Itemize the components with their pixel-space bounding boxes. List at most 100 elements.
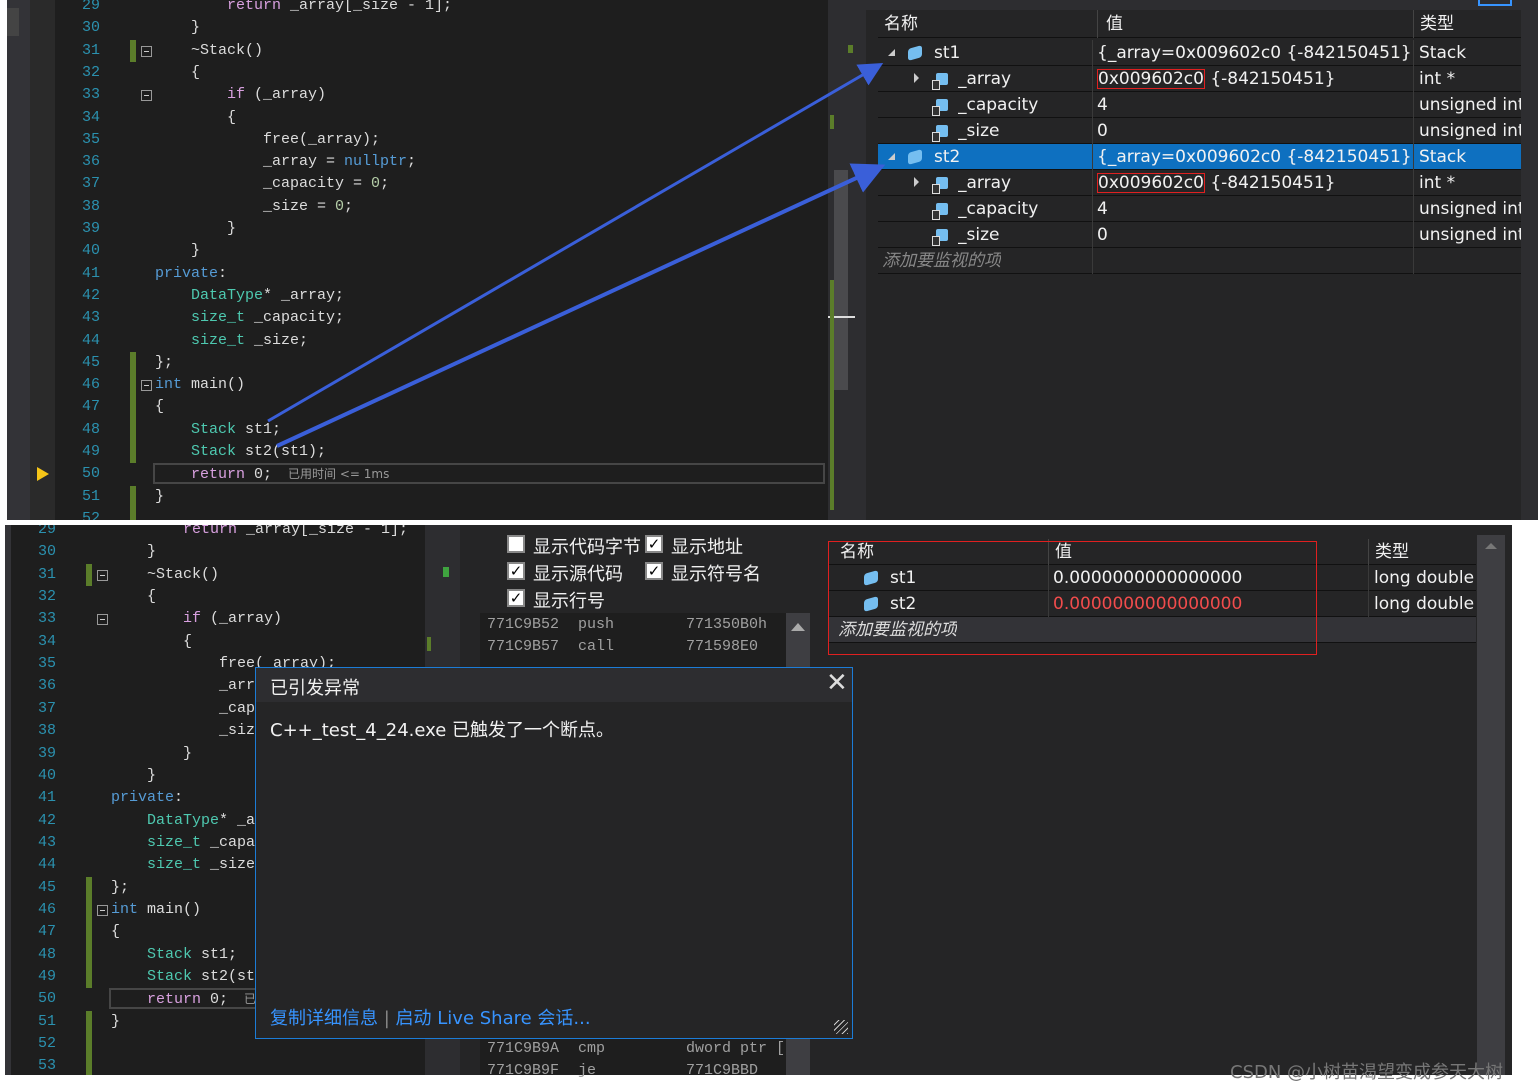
- code-line[interactable]: {: [111, 586, 156, 608]
- option-label: 显示行号: [533, 591, 605, 612]
- exception-dialog: 已引发异常 ✕ C++_test_4_24.exe 已触发了一个断点。 复制详细…: [255, 667, 853, 1039]
- disasm-op: cmp: [578, 1040, 606, 1057]
- code-token: {: [111, 923, 121, 941]
- option-checkbox[interactable]: ✓: [645, 562, 663, 580]
- change-indicator: [86, 563, 92, 587]
- arrow-st2: [276, 163, 886, 448]
- line-number: 32: [37, 588, 56, 606]
- line-number: 47: [37, 923, 56, 941]
- code-token: main(): [138, 900, 202, 918]
- option-label: 显示符号名: [671, 564, 761, 585]
- watch-type: long double: [1368, 565, 1476, 591]
- line-number: 51: [37, 1012, 56, 1030]
- line-number: 33: [37, 610, 56, 628]
- code-line[interactable]: {: [111, 921, 120, 943]
- disasm-arg: 771350B0h: [686, 616, 768, 633]
- code-token: (_array): [201, 610, 283, 628]
- code-token: {: [111, 588, 157, 606]
- code-token: }: [111, 766, 157, 784]
- live-share-link[interactable]: 启动 Live Share 会话...: [396, 1008, 591, 1029]
- option-label: 显示源代码: [533, 564, 623, 585]
- annotation-arrows: [267, 62, 886, 448]
- code-line[interactable]: {: [111, 631, 192, 653]
- header-type[interactable]: 类型: [1368, 539, 1409, 565]
- code-line[interactable]: private:: [111, 787, 183, 809]
- fold-toggle-icon[interactable]: [97, 569, 108, 581]
- code-token: if: [183, 610, 202, 628]
- disasm-arg: 771598E0: [686, 638, 759, 655]
- highlight-box: [828, 541, 1317, 655]
- line-number: 37: [37, 699, 56, 717]
- code-line[interactable]: };: [111, 877, 129, 899]
- change-indicator: [86, 1010, 92, 1034]
- disasm-op: push: [578, 616, 615, 633]
- line-number: 41: [37, 789, 56, 807]
- line-number: 34: [37, 632, 56, 650]
- fold-toggle-icon[interactable]: [97, 614, 108, 626]
- copy-details-link[interactable]: 复制详细信息: [270, 1008, 378, 1029]
- change-indicator: [86, 876, 92, 899]
- line-number: 43: [37, 833, 56, 851]
- disasm-arg: dword ptr [: [686, 1040, 786, 1057]
- line-number: 44: [37, 856, 56, 874]
- line-number: 29: [37, 525, 56, 538]
- code-line[interactable]: if (_array): [111, 608, 282, 630]
- scroll-up-icon[interactable]: [791, 623, 805, 631]
- option-label: 显示地址: [671, 537, 743, 558]
- disasm-addr: 771C9B57: [487, 638, 560, 655]
- dialog-message: C++_test_4_24.exe 已触发了一个断点。: [270, 720, 615, 741]
- resize-grip-icon[interactable]: [834, 1020, 848, 1034]
- bottom-watch-window: 名称 值 类型 st1 0.0000000000000000 long double…: [818, 525, 1512, 1075]
- watch-scrollbar[interactable]: [1477, 535, 1505, 1075]
- watch-type: long double: [1368, 591, 1476, 617]
- code-line[interactable]: Stack st1;: [111, 944, 237, 966]
- code-line[interactable]: return _array[_size - 1];: [111, 525, 408, 541]
- line-number: 45: [37, 878, 56, 896]
- code-token: Stack: [147, 945, 193, 963]
- code-token: :: [174, 789, 184, 807]
- option-checkbox[interactable]: ✓: [645, 535, 663, 553]
- change-indicator: [86, 943, 92, 966]
- line-number: 53: [37, 1057, 56, 1075]
- fold-toggle-icon[interactable]: [97, 904, 108, 916]
- change-indicator: [86, 1033, 92, 1056]
- line-number: 31: [37, 565, 56, 583]
- code-line[interactable]: }: [111, 1011, 120, 1033]
- option-label: 显示代码字节: [533, 537, 641, 558]
- code-token: return: [183, 525, 238, 538]
- disasm-op: je: [578, 1062, 597, 1079]
- code-line[interactable]: }: [111, 743, 192, 765]
- code-token: }: [111, 1012, 121, 1030]
- code-token: Stack: [147, 968, 193, 985]
- close-icon[interactable]: ✕: [826, 668, 848, 698]
- line-number: 49: [37, 968, 56, 985]
- code-token: ~Stack(): [111, 565, 220, 583]
- disasm-addr: 771C9B52: [487, 616, 560, 633]
- change-indicator: [86, 921, 92, 944]
- option-checkbox[interactable]: ✓: [507, 562, 525, 580]
- code-line[interactable]: }: [111, 541, 156, 563]
- line-number: 42: [37, 811, 56, 829]
- disasm-addr: 771C9B9F: [487, 1062, 560, 1079]
- option-checkbox[interactable]: ✓: [507, 589, 525, 607]
- code-token: size_t: [147, 833, 202, 851]
- code-token: }: [111, 543, 157, 561]
- change-indicator: [86, 966, 92, 989]
- code-line[interactable]: ~Stack(): [111, 564, 219, 586]
- change-indicator: [86, 1055, 92, 1075]
- line-number: 30: [37, 543, 56, 561]
- code-token: {: [111, 632, 193, 650]
- dialog-title: 已引发异常: [270, 678, 360, 699]
- option-checkbox[interactable]: [507, 535, 525, 553]
- code-line[interactable]: int main(): [111, 899, 201, 921]
- code-token: }: [111, 744, 193, 762]
- code-line[interactable]: size_t _size;: [111, 854, 264, 876]
- code-token: size_t: [147, 856, 202, 874]
- code-line[interactable]: }: [111, 765, 156, 787]
